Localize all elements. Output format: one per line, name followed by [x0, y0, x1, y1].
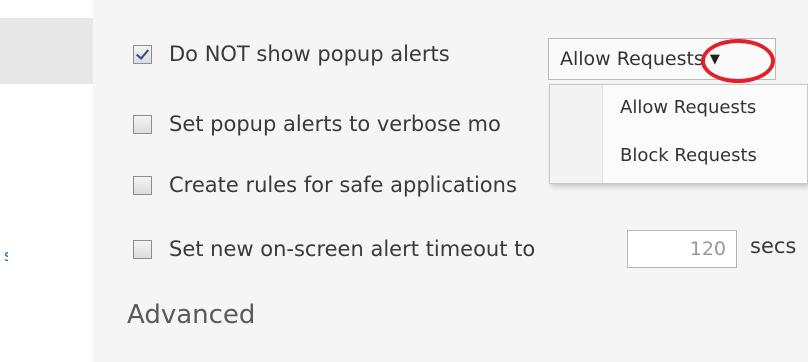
timeout-checkbox[interactable] [133, 239, 152, 259]
safe-rules-checkbox[interactable] [133, 175, 152, 195]
settings-window: s Do NOT show popup alerts Allow Request… [0, 0, 808, 362]
timeout-option[interactable]: Set new on-screen alert timeout to [133, 233, 535, 265]
dropdown-gutter [550, 85, 603, 183]
popup-alerts-label: Do NOT show popup alerts [169, 42, 450, 66]
verbose-option[interactable]: Set popup alerts to verbose mo [133, 108, 501, 140]
advanced-section-heading: Advanced [127, 300, 256, 330]
sidebar-selected-item[interactable] [0, 18, 93, 84]
safe-rules-label: Create rules for safe applications [169, 173, 517, 197]
request-action-value: Allow Requests [560, 48, 704, 70]
dropdown-option-allow[interactable]: Allow Requests [620, 97, 756, 118]
popup-alerts-checkbox[interactable] [133, 44, 152, 64]
sidebar: s [0, 0, 93, 362]
request-action-dropdown: Allow Requests Block Requests [549, 84, 808, 184]
popup-alerts-option[interactable]: Do NOT show popup alerts [133, 38, 450, 70]
verbose-checkbox[interactable] [133, 114, 152, 134]
timeout-unit-label: secs [750, 234, 797, 258]
sidebar-link-fragment[interactable]: s [4, 245, 8, 267]
safe-rules-option[interactable]: Create rules for safe applications [133, 169, 517, 201]
dropdown-option-block[interactable]: Block Requests [620, 145, 757, 166]
highlight-circle-icon [701, 39, 775, 83]
timeout-seconds-input[interactable] [627, 230, 737, 268]
verbose-label: Set popup alerts to verbose mo [169, 112, 501, 136]
timeout-label: Set new on-screen alert timeout to [169, 237, 536, 261]
